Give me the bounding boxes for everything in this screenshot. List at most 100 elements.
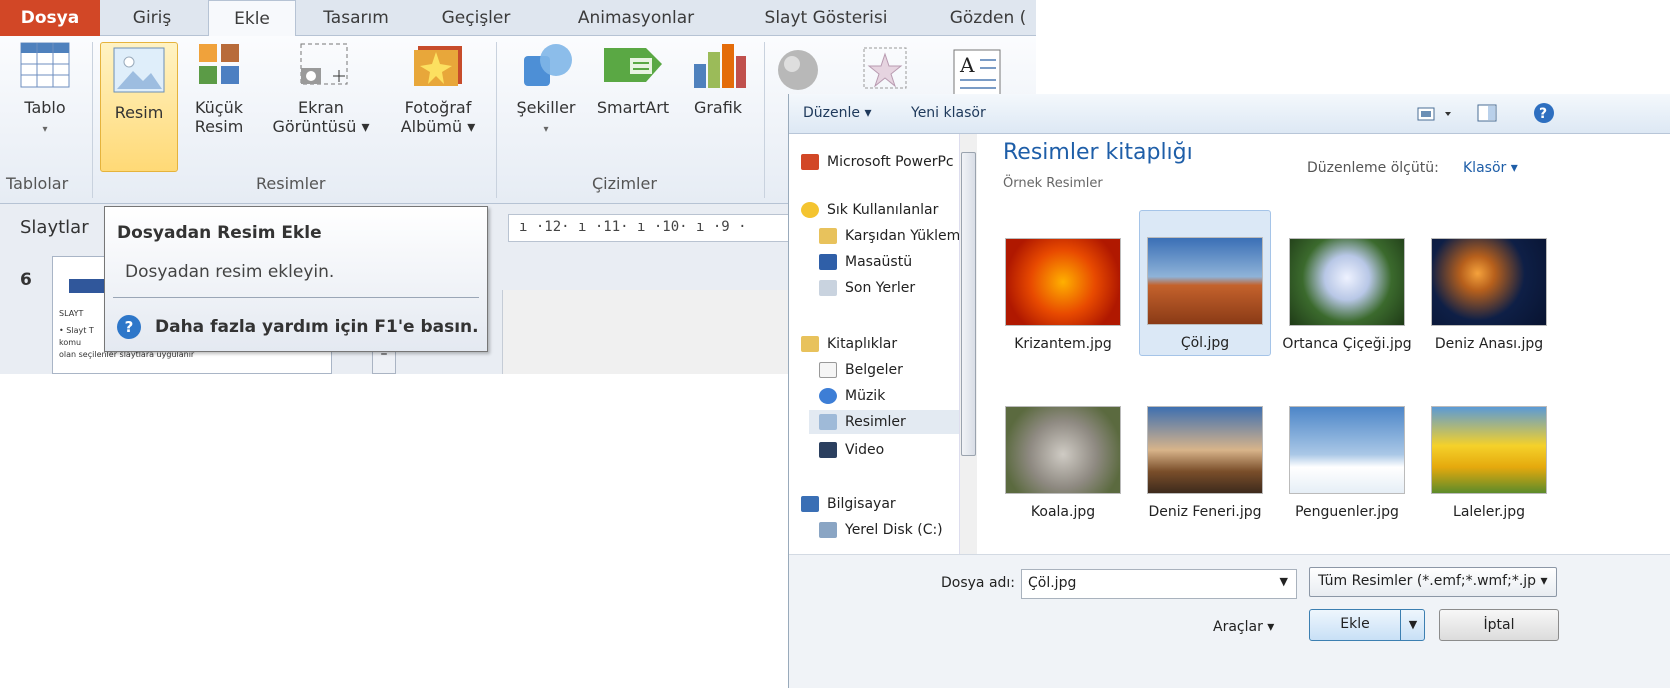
slide-number: 6 — [20, 270, 32, 290]
nav-item-local-disk[interactable]: Yerel Disk (C:) — [819, 522, 943, 538]
nav-item-music[interactable]: Müzik — [819, 388, 885, 404]
lighthouse-thumbnail — [1147, 406, 1263, 494]
picture-label: Resim — [114, 103, 164, 122]
tab-transitions[interactable]: Geçişler — [424, 0, 528, 36]
hyperlink-icon — [778, 50, 818, 90]
chevron-down-icon[interactable]: ▼ — [1280, 575, 1288, 588]
file-name: Çöl.jpg — [1180, 335, 1230, 351]
screenshot-label-2: Görüntüsü ▾ — [272, 117, 370, 136]
nav-item-recent[interactable]: Son Yerler — [819, 280, 915, 296]
photo-album-button[interactable]: Fotoğraf Albümü ▾ — [388, 42, 488, 160]
chrysanthemum-thumbnail — [1005, 238, 1121, 326]
insert-button-label: Ekle — [1340, 616, 1370, 632]
koala-thumbnail — [1005, 406, 1121, 494]
recent-places-icon — [819, 280, 837, 296]
file-item-selected[interactable]: Çöl.jpg — [1139, 210, 1271, 356]
tooltip-help: ? Daha fazla yardım için F1'e basın. — [117, 315, 479, 339]
tab-file[interactable]: Dosya — [0, 0, 100, 36]
svg-text:A: A — [959, 53, 975, 77]
nav-item-pictures[interactable]: Resimler — [809, 410, 959, 434]
nav-item-desktop[interactable]: Masaüstü — [819, 254, 912, 270]
chart-button[interactable]: Grafik — [682, 42, 754, 160]
tab-home[interactable]: Giriş — [112, 0, 192, 36]
slides-panel-tab[interactable]: Slaytlar — [0, 205, 105, 245]
hydrangeas-thumbnail — [1289, 238, 1405, 326]
ribbon-tab-bar: Dosya Giriş Ekle Tasarım Geçişler Animas… — [0, 0, 1036, 37]
picture-button[interactable]: Resim — [100, 42, 178, 172]
jellyfish-thumbnail — [1431, 238, 1547, 326]
insert-button[interactable]: Ekle ▼ — [1309, 609, 1425, 641]
clip-art-label-2: Resim — [194, 117, 244, 136]
new-folder-button[interactable]: Yeni klasör — [911, 105, 986, 121]
nav-label: Müzik — [845, 388, 886, 404]
tab-insert[interactable]: Ekle — [208, 0, 296, 37]
nav-item-video[interactable]: Video — [819, 442, 884, 458]
file-item[interactable]: Deniz Feneri.jpg — [1139, 406, 1271, 522]
filename-label: Dosya adı: — [941, 575, 1016, 591]
organize-button[interactable]: Düzenle ▾ — [803, 105, 871, 121]
photo-album-label-1: Fotoğraf — [404, 98, 472, 117]
pictures-icon — [819, 414, 837, 430]
photo-album-icon — [414, 46, 462, 86]
clip-art-icon — [199, 44, 239, 84]
smartart-button[interactable]: SmartArt — [588, 42, 678, 160]
text-box-icon: A — [953, 49, 1001, 97]
music-icon — [819, 388, 837, 404]
file-name: Laleler.jpg — [1453, 504, 1525, 520]
scrollbar-thumb[interactable] — [961, 152, 976, 456]
tooltip: Dosyadan Resim Ekle Dosyadan resim ekley… — [104, 206, 488, 352]
svg-text:?: ? — [1539, 106, 1547, 122]
file-item[interactable]: Deniz Anası.jpg — [1423, 238, 1555, 354]
arrange-by-dropdown[interactable]: Klasör ▾ — [1463, 160, 1518, 176]
clip-art-button[interactable]: Küçük Resim — [186, 42, 252, 160]
smartart-label: SmartArt — [596, 98, 670, 117]
tab-design[interactable]: Tasarım — [308, 0, 404, 36]
video-icon — [819, 442, 837, 458]
cancel-button[interactable]: İptal — [1439, 609, 1559, 641]
tools-dropdown[interactable]: Araçlar ▾ — [1213, 619, 1274, 635]
documents-icon — [819, 362, 837, 378]
file-name: Ortanca Çiçeği.jpg — [1282, 336, 1412, 352]
chevron-down-icon[interactable]: ▼ — [1400, 610, 1425, 640]
file-type-select[interactable]: Tüm Resimler (*.emf;*.wmf;*.jp ▾ — [1309, 567, 1557, 597]
nav-item-libraries[interactable]: Kitaplıklar — [801, 336, 897, 352]
nav-label: Bilgisayar — [827, 496, 896, 512]
table-icon — [20, 42, 70, 88]
nav-item-powerpoint[interactable]: Microsoft PowerPc — [801, 154, 954, 170]
file-item[interactable]: Krizantem.jpg — [997, 238, 1129, 354]
nav-item-favorites[interactable]: Sık Kullanılanlar — [801, 202, 938, 218]
nav-label: Belgeler — [845, 362, 903, 378]
group-label-drawings: Çizimler — [592, 174, 657, 193]
navigation-scrollbar[interactable] — [959, 134, 977, 554]
filename-input[interactable]: Çöl.jpg ▼ — [1021, 569, 1297, 599]
divider — [764, 42, 765, 198]
nav-label: Yerel Disk (C:) — [845, 522, 943, 538]
nav-label: Karşıdan Yüklem — [845, 228, 961, 244]
nav-item-computer[interactable]: Bilgisayar — [801, 496, 896, 512]
chart-label: Grafik — [693, 98, 743, 117]
preview-pane-icon[interactable] — [1477, 104, 1497, 122]
table-button[interactable]: Tablo ▾ — [6, 42, 84, 160]
tab-slideshow[interactable]: Slayt Gösterisi — [748, 0, 904, 36]
file-item[interactable]: Ortanca Çiçeği.jpg — [1281, 238, 1413, 354]
chevron-down-icon: ▾ — [42, 124, 48, 135]
nav-item-downloads[interactable]: Karşıdan Yüklem — [819, 228, 960, 244]
nav-item-documents[interactable]: Belgeler — [819, 362, 903, 378]
tooltip-body: Dosyadan resim ekleyin. — [125, 262, 335, 282]
tab-review[interactable]: Gözden ( — [938, 0, 1036, 36]
help-icon[interactable]: ? — [1533, 102, 1555, 124]
smartart-icon — [604, 48, 662, 82]
shapes-button[interactable]: Şekiller ▾ — [506, 42, 586, 160]
view-options-icon[interactable] — [1417, 106, 1457, 122]
file-name: Koala.jpg — [1030, 504, 1096, 520]
file-item[interactable]: Koala.jpg — [997, 406, 1129, 522]
photo-album-label-2: Albümü ▾ — [400, 117, 476, 136]
help-icon: ? — [117, 315, 141, 339]
file-item[interactable]: Laleler.jpg — [1423, 406, 1555, 522]
libraries-icon — [801, 336, 819, 352]
screenshot-button[interactable]: Ekran Görüntüsü ▾ — [262, 42, 380, 160]
file-item[interactable]: Penguenler.jpg — [1281, 406, 1413, 522]
file-name: Penguenler.jpg — [1295, 504, 1399, 520]
tab-animations[interactable]: Animasyonlar — [556, 0, 716, 36]
tulips-thumbnail — [1431, 406, 1547, 494]
